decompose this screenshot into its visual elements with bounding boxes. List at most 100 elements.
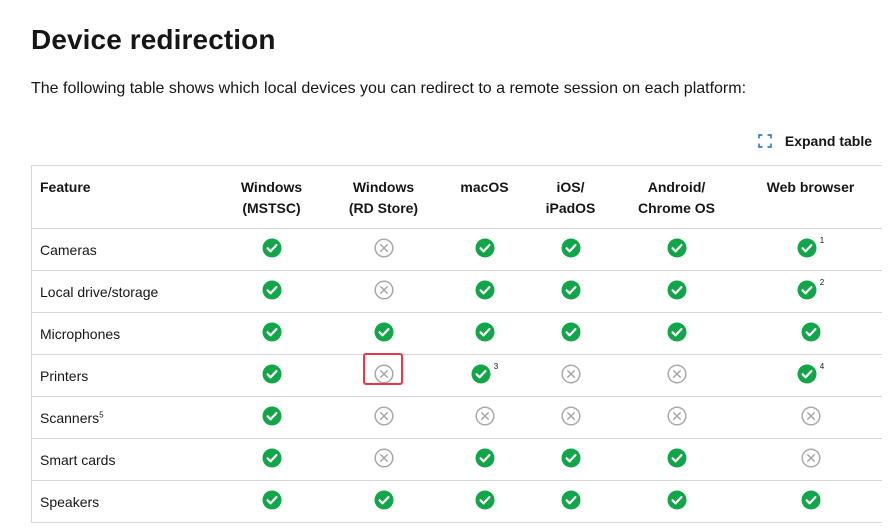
column-header-line: iPadOS (545, 200, 596, 216)
check-circle-icon (667, 238, 687, 258)
support-indicator (800, 406, 821, 426)
support-indicator (475, 280, 495, 300)
expand-table-label: Expand table (784, 133, 872, 149)
check-circle-icon (561, 448, 581, 468)
table-row: Printers 3 4 (31, 353, 882, 397)
support-indicator (801, 322, 821, 342)
x-circle-icon (560, 364, 581, 384)
feature-cell: Local drive/storage (31, 270, 218, 313)
support-indicator (667, 322, 687, 342)
support-indicator (373, 238, 394, 258)
intro-text: The following table shows which local de… (31, 80, 747, 97)
column-header-line: iOS/ (556, 179, 585, 195)
support-cell (217, 228, 326, 271)
check-circle-icon (475, 280, 495, 300)
support-cell (325, 396, 442, 439)
check-circle-icon (475, 322, 495, 342)
support-indicator (561, 490, 581, 510)
check-circle-icon (262, 490, 282, 510)
check-circle-icon (667, 280, 687, 300)
support-cell (527, 396, 614, 439)
column-header-line: Android/ (647, 179, 706, 195)
table-row: Smart cards (31, 438, 882, 481)
support-indicator (373, 406, 394, 426)
check-circle-icon (374, 322, 394, 342)
x-circle-icon (373, 280, 394, 300)
device-redirection-table: Feature Windows (MSTSC) Windows (RD Stor… (31, 165, 882, 523)
column-header-ios-ipados: iOS/ iPadOS (527, 165, 614, 229)
check-circle-icon (797, 280, 817, 300)
table-row: Microphones (31, 312, 882, 355)
support-cell (527, 270, 614, 313)
check-circle-icon (471, 364, 491, 384)
support-cell (441, 312, 528, 355)
support-indicator (667, 238, 687, 258)
column-header-macos: macOS (441, 165, 528, 229)
support-cell (441, 228, 528, 271)
support-cell (441, 270, 528, 313)
support-indicator: 2 (797, 278, 825, 300)
support-indicator (801, 490, 821, 510)
support-indicator (561, 280, 581, 300)
check-circle-icon (262, 238, 282, 258)
check-circle-icon (667, 490, 687, 510)
support-cell (527, 480, 614, 523)
feature-cell: Smart cards (31, 438, 218, 481)
support-cell (613, 480, 740, 523)
support-indicator (561, 448, 581, 468)
feature-label: Scanners (40, 409, 100, 426)
column-header-web-browser: Web browser (739, 165, 882, 229)
support-cell (739, 438, 882, 481)
x-circle-icon (666, 364, 687, 384)
footnote-marker: 3 (493, 362, 499, 371)
support-indicator (475, 238, 495, 258)
support-cell (325, 270, 442, 313)
check-circle-icon (801, 322, 821, 342)
column-header-android-chrome-os: Android/ Chrome OS (613, 165, 740, 229)
expand-table-button[interactable]: Expand table (758, 133, 872, 149)
feature-label: Microphones (40, 325, 121, 342)
check-circle-icon (561, 280, 581, 300)
footnote-marker: 2 (819, 278, 825, 287)
column-header-line: Windows (352, 179, 415, 195)
footnote-marker: 5 (99, 409, 104, 419)
support-indicator (362, 353, 403, 385)
support-indicator: 4 (797, 362, 824, 384)
support-cell (527, 312, 614, 355)
check-circle-icon (374, 490, 394, 510)
support-cell (739, 312, 882, 355)
table-header-row: Feature Windows (MSTSC) Windows (RD Stor… (31, 165, 882, 229)
page-title: Device redirection (31, 24, 276, 55)
support-indicator (475, 322, 495, 342)
support-indicator (262, 490, 282, 510)
support-cell (527, 354, 614, 397)
feature-cell: Scanners5 (31, 396, 218, 439)
check-circle-icon (561, 490, 581, 510)
feature-label: Local drive/storage (40, 283, 159, 300)
support-indicator (475, 448, 495, 468)
support-cell (527, 438, 614, 481)
feature-cell: Speakers (31, 480, 218, 523)
check-circle-icon (797, 364, 817, 384)
support-cell: 2 (739, 270, 882, 313)
support-indicator (475, 490, 495, 510)
x-circle-icon (474, 406, 495, 426)
support-cell (739, 480, 882, 523)
support-indicator (561, 238, 581, 258)
support-indicator (262, 364, 282, 384)
support-cell (613, 312, 740, 355)
support-cell (325, 480, 442, 523)
feature-cell: Printers (31, 354, 218, 397)
support-indicator (262, 448, 282, 468)
x-circle-icon (373, 238, 394, 258)
feature-label: Speakers (40, 493, 100, 510)
check-circle-icon (561, 322, 581, 342)
support-cell (613, 396, 740, 439)
support-indicator: 1 (797, 236, 824, 258)
x-circle-icon (800, 406, 821, 426)
support-cell (217, 354, 326, 397)
check-circle-icon (801, 490, 821, 510)
column-header-line: Windows (240, 179, 303, 195)
table-row: Speakers (31, 480, 882, 523)
column-header-feature: Feature (31, 165, 218, 229)
